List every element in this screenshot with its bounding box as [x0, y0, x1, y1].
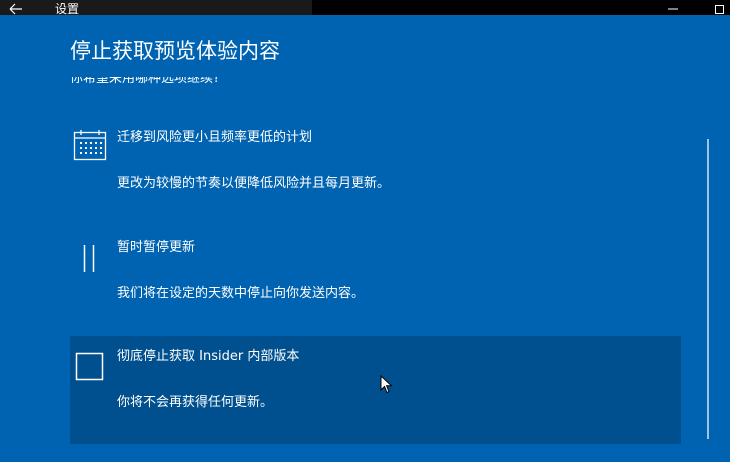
option-description: 我们将在设定的天数中停止向你发送内容。 [117, 286, 365, 301]
option-pause-updates[interactable]: 暂时暂停更新 我们将在设定的天数中停止向你发送内容。 [70, 238, 681, 346]
dialog-title: 停止获取预览体验内容 [70, 39, 280, 63]
scrollbar[interactable] [707, 139, 709, 439]
stop-preview-dialog: 停止获取预览体验内容 你希望采用哪种选项继续? 迁移到风险更小且频率更低的计划 … [0, 15, 730, 462]
option-stop-insider-builds[interactable]: 彻底停止获取 Insider 内部版本 你将不会再获得任何更新。 [70, 336, 681, 444]
calendar-icon [73, 130, 107, 161]
window-title: 设置 [55, 2, 80, 16]
settings-window: 设置 停止获取预览体验内容 你希望采用哪种选项继续? 迁移到风险更小且频率更低的… [0, 0, 730, 462]
pause-icon [83, 245, 95, 272]
question-text: 你希望采用哪种选项继续? [70, 77, 220, 86]
option-title: 暂时暂停更新 [117, 240, 196, 255]
option-title: 彻底停止获取 Insider 内部版本 [117, 349, 300, 364]
mouse-cursor-icon [380, 375, 393, 394]
option-title: 迁移到风险更小且频率更低的计划 [117, 130, 313, 145]
stop-icon [75, 352, 104, 381]
option-description: 更改为较慢的节奏以便降低风险并且每月更新。 [117, 176, 391, 191]
question-clip: 你希望采用哪种选项继续? [70, 77, 470, 91]
option-switch-channel[interactable]: 迁移到风险更小且频率更低的计划 更改为较慢的节奏以便降低风险并且每月更新。 [70, 128, 681, 236]
option-description: 你将不会再获得任何更新。 [117, 395, 274, 410]
